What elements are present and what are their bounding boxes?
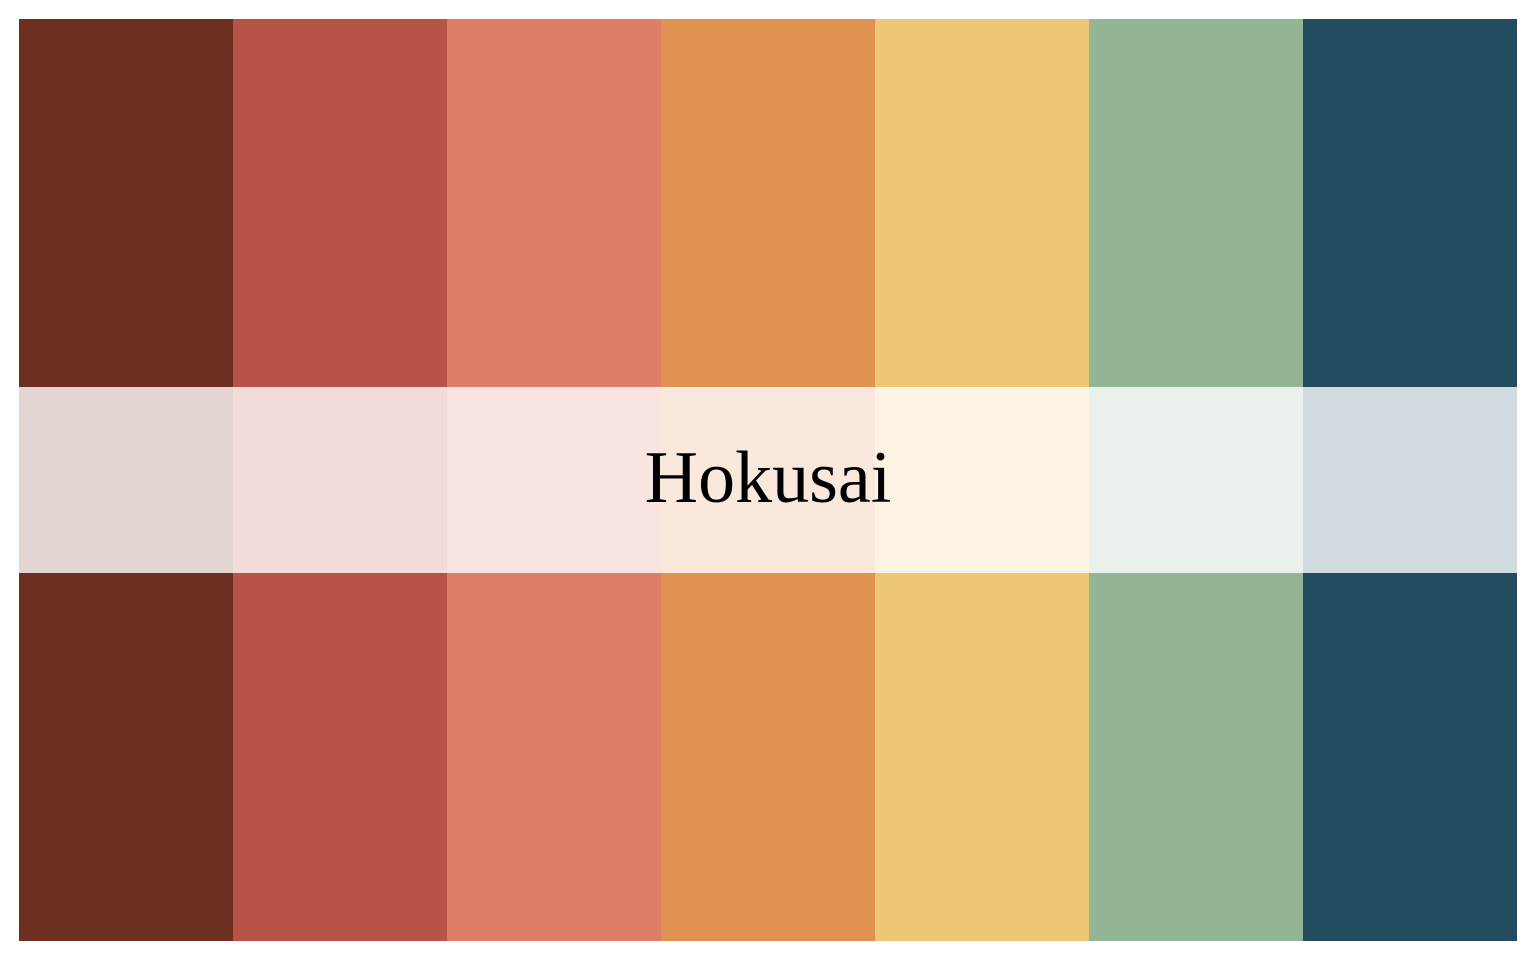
palette-card: Hokusai — [19, 19, 1517, 941]
title-band: Hokusai — [19, 387, 1517, 573]
palette-title: Hokusai — [644, 437, 892, 519]
